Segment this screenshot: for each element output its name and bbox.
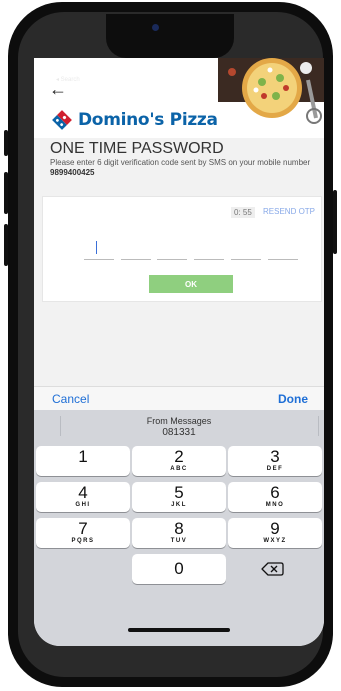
- otp-autofill-suggestion[interactable]: From Messages 081331: [34, 410, 324, 442]
- page-title: ONE TIME PASSWORD: [50, 140, 224, 157]
- otp-digit-input[interactable]: [157, 237, 187, 260]
- side-button: [4, 130, 8, 156]
- dominos-domino-icon: [52, 110, 72, 130]
- key-letters: GHI: [75, 502, 91, 508]
- key-digit: 9: [270, 519, 280, 538]
- brand-name: Domino's Pizza: [78, 110, 218, 130]
- done-button[interactable]: Done: [278, 392, 308, 406]
- app-screen: 7:02 ◂ Search ← Domino's Pizza ONE TIME …: [34, 58, 324, 646]
- key-letters: ABC: [170, 466, 188, 472]
- dominos-logo: Domino's Pizza: [52, 110, 218, 130]
- side-button: [333, 190, 337, 254]
- otp-digit-input[interactable]: [231, 237, 261, 260]
- otp-digit-input[interactable]: [194, 237, 224, 260]
- otp-description-text: Please enter 6 digit verification code s…: [50, 158, 311, 167]
- suggestion-code: 081331: [162, 427, 196, 438]
- otp-timer: 0: 55: [231, 207, 255, 218]
- key-digit: 7: [78, 519, 88, 538]
- key-letters: TUV: [170, 538, 188, 544]
- side-button: [4, 224, 8, 266]
- key-8[interactable]: 8 TUV: [132, 518, 226, 548]
- status-time: 7:02: [56, 64, 78, 76]
- otp-card: 0: 55 RESEND OTP OK: [42, 196, 322, 302]
- ok-button[interactable]: OK: [149, 275, 233, 293]
- backspace-icon: [261, 562, 284, 576]
- side-button: [4, 172, 8, 214]
- home-indicator[interactable]: [128, 628, 230, 632]
- cancel-button[interactable]: Cancel: [52, 392, 89, 406]
- key-digit: 5: [174, 483, 184, 502]
- app-header: 7:02 ◂ Search ← Domino's Pizza: [34, 58, 324, 138]
- key-digit: 3: [270, 447, 280, 466]
- suggestion-source: From Messages: [146, 416, 212, 426]
- key-9[interactable]: 9 WXYZ: [228, 518, 322, 548]
- key-7[interactable]: 7 PQRS: [36, 518, 130, 548]
- key-digit: 2: [174, 447, 184, 466]
- key-4[interactable]: 4 GHI: [36, 482, 130, 512]
- key-6[interactable]: 6 MNO: [228, 482, 322, 512]
- otp-digit-input[interactable]: [84, 237, 114, 260]
- otp-input-group: [84, 237, 298, 261]
- text-cursor: [96, 241, 97, 254]
- key-letters: DEF: [266, 466, 284, 472]
- camera-icon: [152, 24, 159, 31]
- key-digit: 6: [270, 483, 280, 502]
- keyboard-toolbar: Cancel Done: [34, 386, 324, 411]
- delete-key[interactable]: [228, 554, 322, 584]
- otp-description: Please enter 6 digit verification code s…: [50, 158, 312, 178]
- phone-number: 9899400425: [50, 168, 95, 177]
- key-digit: 8: [174, 519, 184, 538]
- key-letters: PQRS: [71, 538, 95, 544]
- key-digit: 4: [78, 483, 88, 502]
- key-letters: JKL: [171, 502, 187, 508]
- key-5[interactable]: 5 JKL: [132, 482, 226, 512]
- key-digit: 1: [78, 447, 88, 466]
- resend-otp-link[interactable]: RESEND OTP: [263, 207, 315, 216]
- phone-notch: [106, 14, 234, 58]
- arrow-left-icon[interactable]: ←: [49, 80, 67, 98]
- numeric-keyboard: From Messages 081331 1 2 ABC 3 DEF 4 GHI…: [34, 410, 324, 646]
- key-2[interactable]: 2 ABC: [132, 446, 226, 476]
- key-letters: WXYZ: [263, 538, 287, 544]
- key-0[interactable]: 0: [132, 554, 226, 584]
- otp-digit-input[interactable]: [268, 237, 298, 260]
- key-letters: MNO: [265, 502, 285, 508]
- key-1[interactable]: 1: [36, 446, 130, 476]
- key-3[interactable]: 3 DEF: [228, 446, 322, 476]
- otp-digit-input[interactable]: [121, 237, 151, 260]
- key-digit: 0: [174, 559, 184, 578]
